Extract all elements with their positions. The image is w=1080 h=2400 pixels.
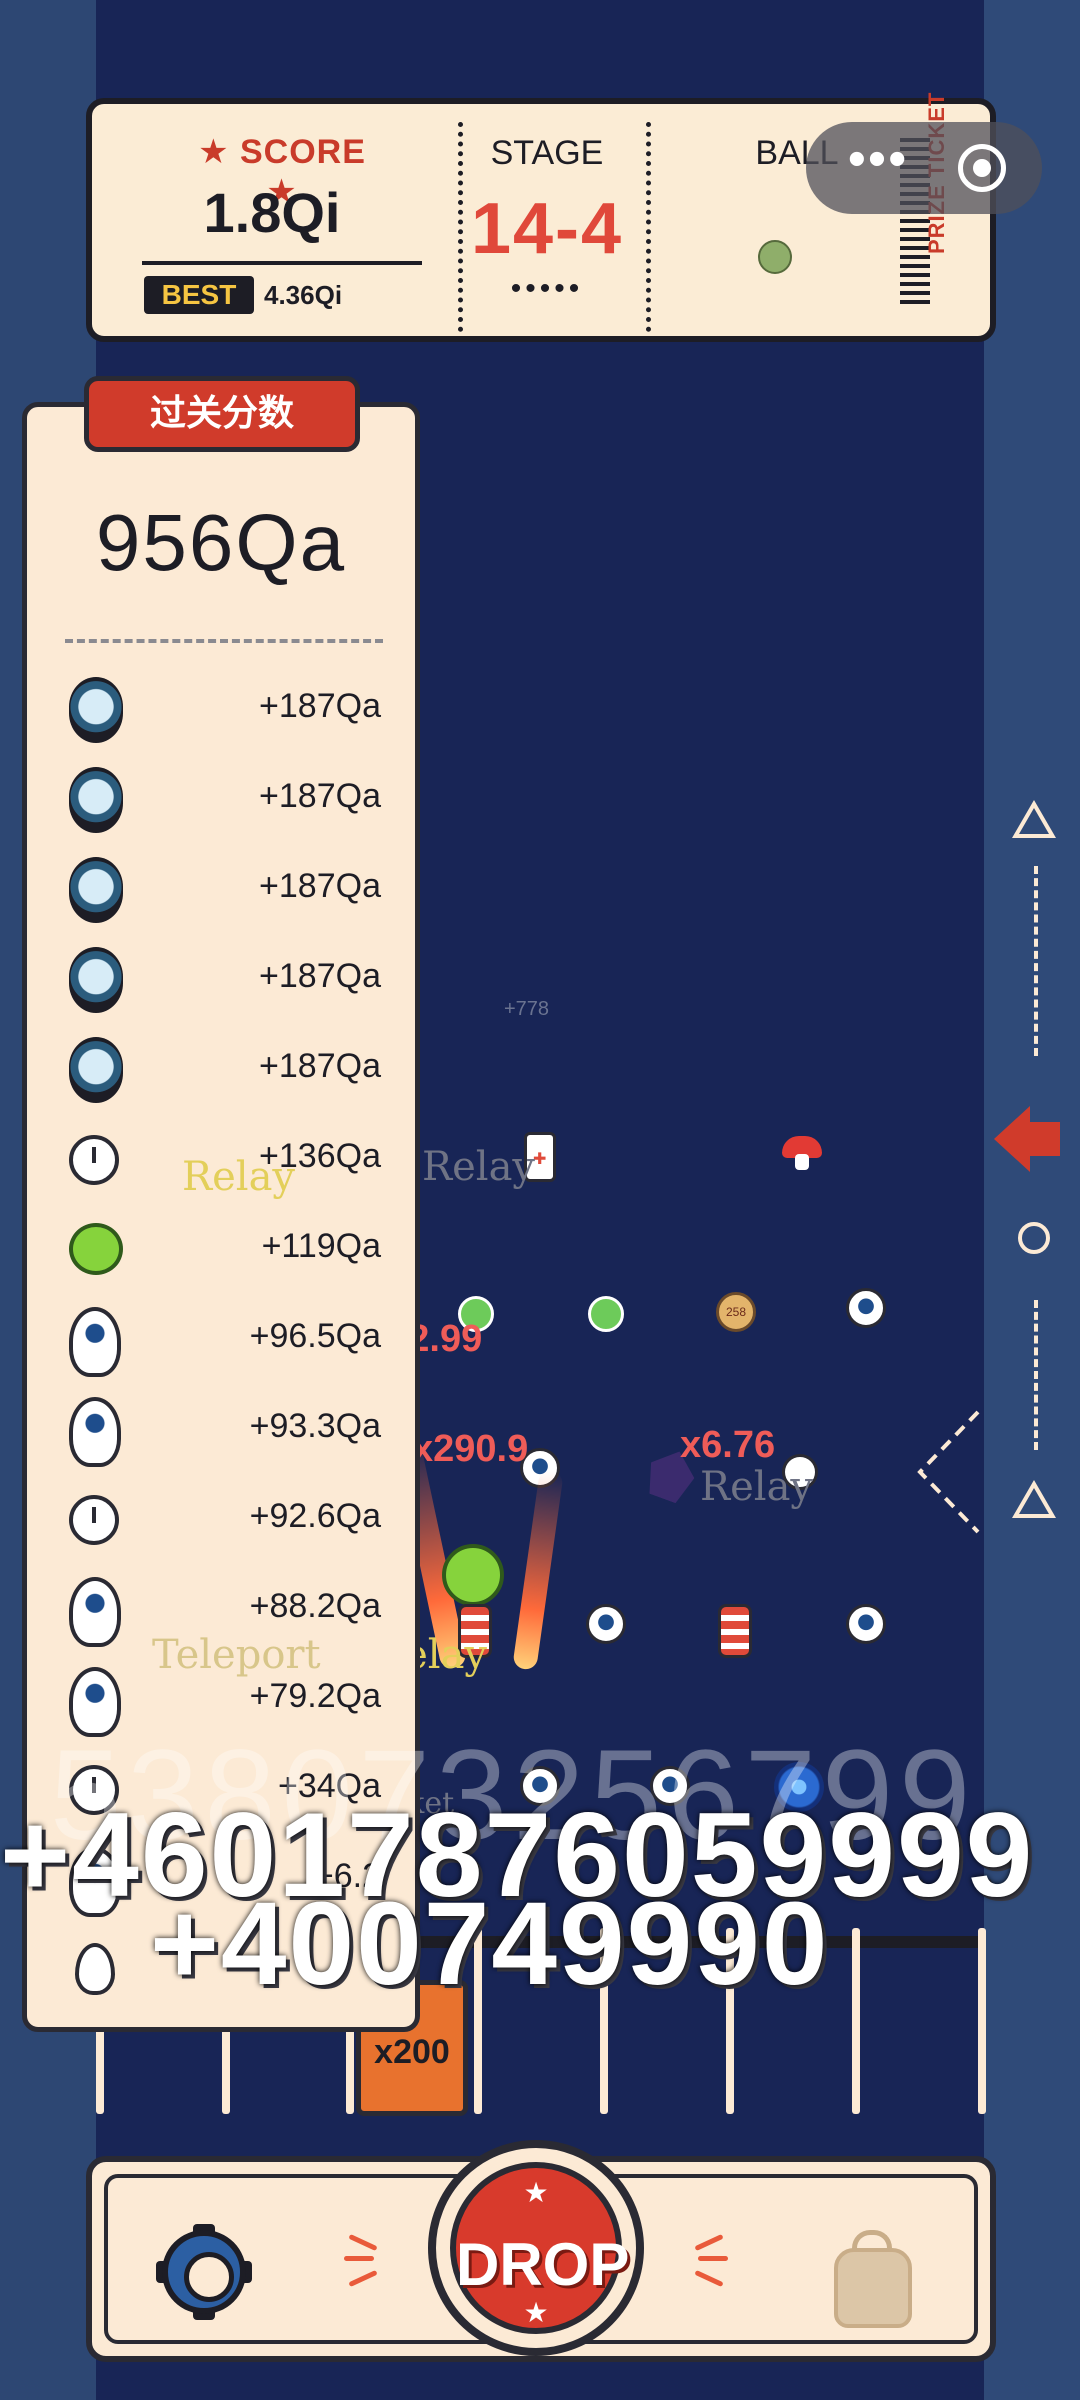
relay-label: Relay xyxy=(422,1144,536,1190)
multiplier-text: x6.76 xyxy=(680,1424,776,1466)
more-icon[interactable]: ••• xyxy=(838,133,918,192)
clock-icon xyxy=(69,1495,119,1545)
slime-icon xyxy=(69,1223,123,1275)
drop-button[interactable]: ★ DROP ★ xyxy=(428,2140,644,2356)
green-peg xyxy=(588,1296,624,1332)
close-icon[interactable] xyxy=(958,144,1006,192)
score-item-row: +92.6Qa xyxy=(27,1475,415,1565)
spark-decoration xyxy=(344,2256,374,2261)
rail-triangle-icon xyxy=(1012,800,1056,838)
right-rail xyxy=(984,0,1080,2400)
score-item-row: +93.3Qa xyxy=(27,1385,415,1475)
score-divider xyxy=(142,261,422,265)
score-item-row: +187Qa xyxy=(27,665,415,755)
slot-post xyxy=(852,1928,860,2114)
eyeball-icon xyxy=(69,1307,121,1377)
relay-label: Relay xyxy=(700,1464,814,1510)
relay-label: Relay xyxy=(182,1154,296,1200)
stage-value: 14-4 xyxy=(470,189,624,269)
backpack-icon xyxy=(834,2248,912,2328)
score-item-row: +187Qa xyxy=(27,845,415,935)
score-popup: +400749990 xyxy=(150,1878,830,2010)
rail-triangle-icon xyxy=(1012,1480,1056,1518)
spring-peg xyxy=(718,1604,752,1658)
teleport-label: Teleport xyxy=(152,1632,321,1678)
miniprogram-capsule: ••• xyxy=(806,122,1042,214)
eyeball-icon xyxy=(69,1577,121,1647)
score-value: 1.8Qi xyxy=(203,181,341,244)
small-score-text: +778 xyxy=(504,998,550,1020)
back-arrow-icon[interactable] xyxy=(994,1106,1062,1172)
drop-button-label: DROP xyxy=(456,2231,630,2298)
multiplier-text: x290.9 xyxy=(412,1428,529,1470)
mirror-icon xyxy=(69,1037,123,1103)
spark-decoration xyxy=(698,2256,728,2261)
eyeball-peg xyxy=(846,1604,886,1644)
panel-divider xyxy=(65,639,383,643)
stage-score-total: 956Qa xyxy=(95,498,347,587)
stage-progress-dots: ••••• xyxy=(510,272,584,305)
eyeball-icon xyxy=(69,1397,121,1467)
clock-icon xyxy=(69,1135,119,1185)
mirror-icon xyxy=(69,767,123,833)
ticket-divider xyxy=(646,122,651,332)
ball-icon xyxy=(758,240,792,274)
gear-icon xyxy=(162,2230,246,2314)
stage-score-title: 过关分数 xyxy=(84,376,360,452)
slot-post xyxy=(978,1928,986,2114)
star-icon: ★ xyxy=(523,2177,549,2208)
eyeball-peg xyxy=(846,1288,886,1328)
egg-icon xyxy=(75,1943,115,1995)
mushroom-peg xyxy=(782,1136,822,1170)
rail-circle-icon xyxy=(1018,1222,1050,1254)
stage-label: STAGE xyxy=(490,134,604,172)
mirror-icon xyxy=(69,857,123,923)
eyeball-peg xyxy=(586,1604,626,1644)
rail-bracket xyxy=(917,1410,980,1534)
star-icon: ★ xyxy=(523,2297,549,2328)
best-value: 4.36Qi xyxy=(264,280,343,310)
rail-dash xyxy=(1034,1300,1038,1450)
score-item-row: +96.5Qa xyxy=(27,1295,415,1385)
slime-ball xyxy=(442,1544,504,1606)
rail-dash xyxy=(1034,866,1038,1056)
best-badge: BEST xyxy=(144,276,254,314)
settings-button[interactable] xyxy=(156,2224,252,2320)
score-item-row: +187Qa xyxy=(27,1025,415,1115)
backpack-button[interactable] xyxy=(822,2230,922,2330)
score-item-row: +119Qa xyxy=(27,1205,415,1295)
coin-peg: 258 xyxy=(716,1292,756,1332)
score-item-row: +187Qa xyxy=(27,935,415,1025)
score-item-row: +187Qa xyxy=(27,755,415,845)
mirror-icon xyxy=(69,947,123,1013)
mirror-icon xyxy=(69,677,123,743)
